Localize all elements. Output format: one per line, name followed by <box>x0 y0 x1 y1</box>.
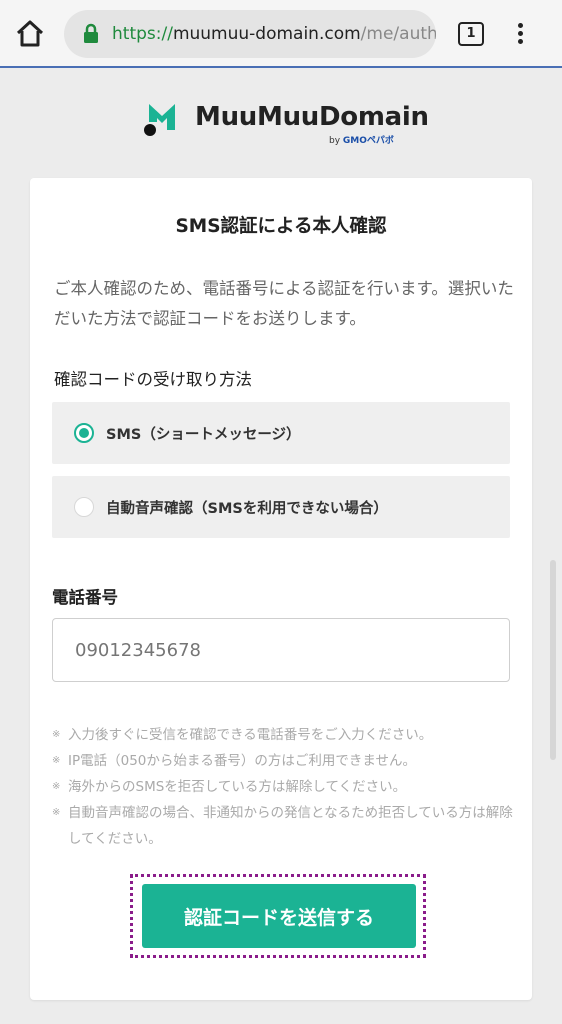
page-title: SMS認証による本人確認 <box>175 216 387 237</box>
muumuu-logo-icon <box>143 100 187 138</box>
method-label: 確認コードの受け取り方法 <box>54 370 252 389</box>
note-item: 海外からのSMSを拒否している方は解除してください。 <box>52 774 514 800</box>
site-logo[interactable]: MuuMuuDomain by GMOペパボ <box>143 100 429 146</box>
auth-card: SMS認証による本人確認 ご本人確認のため、電話番号による認証を行います。選択い… <box>30 178 532 1000</box>
logo-by: by <box>329 136 341 146</box>
logo-brand: GMOペパボ <box>342 136 394 146</box>
url-host: muumuu-domain.com <box>172 24 361 44</box>
logo-byline: by GMOペパボ <box>329 133 394 146</box>
note-item: 入力後すぐに受信を確認できる電話番号をご入力ください。 <box>52 722 514 748</box>
radio-voice[interactable] <box>74 497 94 517</box>
tab-switcher-icon[interactable]: 1 <box>458 22 484 46</box>
note-item: 自動音声確認の場合、非通知からの発信となるため拒否している方は解除してください。 <box>52 800 514 852</box>
browser-toolbar: https://muumuu-domain.com/me/auth 1 <box>0 0 562 68</box>
more-vert-icon[interactable] <box>512 20 528 48</box>
url-path: /me/auth <box>360 24 436 44</box>
url-text: https://muumuu-domain.com/me/auth <box>112 23 436 45</box>
phone-input[interactable] <box>52 618 510 682</box>
logo-text: MuuMuuDomain <box>195 102 429 132</box>
scrollbar[interactable] <box>550 560 556 760</box>
send-code-button[interactable]: 認証コードを送信する <box>142 884 416 948</box>
address-bar[interactable]: https://muumuu-domain.com/me/auth <box>64 10 436 58</box>
option-sms-label: SMS（ショートメッセージ） <box>106 427 301 443</box>
lock-icon <box>82 23 100 45</box>
option-voice-label: 自動音声確認（SMSを利用できない場合） <box>106 501 388 517</box>
notes-list: 入力後すぐに受信を確認できる電話番号をご入力ください。 IP電話（050から始ま… <box>52 722 514 852</box>
url-scheme: https:// <box>112 24 173 44</box>
option-voice[interactable]: 自動音声確認（SMSを利用できない場合） <box>52 476 510 538</box>
phone-label: 電話番号 <box>52 588 118 607</box>
option-sms[interactable]: SMS（ショートメッセージ） <box>52 402 510 464</box>
home-icon[interactable] <box>14 18 46 50</box>
radio-sms[interactable] <box>74 423 94 443</box>
note-item: IP電話（050から始まる番号）の方はご利用できません。 <box>52 748 514 774</box>
intro-text: ご本人確認のため、電話番号による認証を行います。選択いただいた方法で認証コードを… <box>54 279 514 328</box>
